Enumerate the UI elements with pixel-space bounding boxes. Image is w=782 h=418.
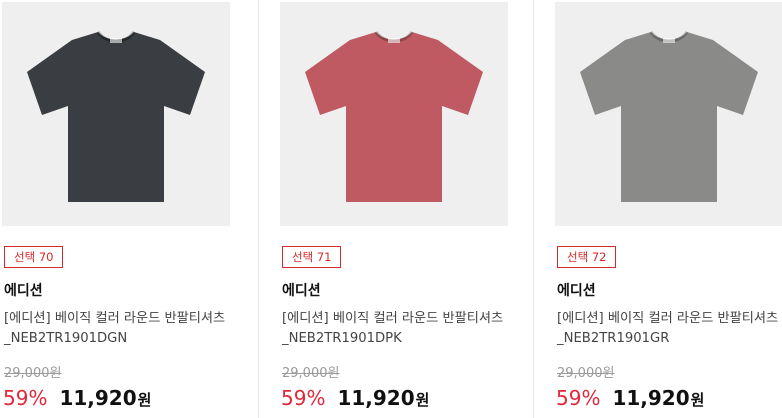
currency-unit: 원 (690, 391, 705, 409)
column-divider (533, 0, 534, 418)
product-card[interactable]: 선택 71 에디션 [에디션] 베이직 컬러 라운드 반팔티셔츠_NEB2TR1… (278, 0, 510, 418)
sale-price: 11,920 (337, 386, 415, 410)
sale-price: 11,920 (59, 386, 137, 410)
price-row: 59% 11,920 원 (556, 386, 704, 410)
product-image[interactable] (555, 2, 782, 226)
product-name[interactable]: [에디션] 베이직 컬러 라운드 반팔티셔츠_NEB2TR1901DGN (4, 309, 230, 349)
product-image[interactable] (2, 2, 230, 226)
product-name[interactable]: [에디션] 베이직 컬러 라운드 반팔티셔츠_NEB2TR1901DPK (282, 309, 508, 349)
discount-rate: 59% (281, 386, 326, 410)
product-name[interactable]: [에디션] 베이직 컬러 라운드 반팔티셔츠_NEB2TR1901GR (557, 309, 782, 349)
product-card[interactable]: 선택 72 에디션 [에디션] 베이직 컬러 라운드 반팔티셔츠_NEB2TR1… (553, 0, 782, 418)
column-divider (258, 0, 259, 418)
price-row: 59% 11,920 원 (281, 386, 429, 410)
price-row: 59% 11,920 원 (3, 386, 151, 410)
currency-unit: 원 (415, 391, 430, 409)
discount-rate: 59% (3, 386, 48, 410)
currency-unit: 원 (137, 391, 152, 409)
product-card[interactable]: 선택 70 에디션 [에디션] 베이직 컬러 라운드 반팔티셔츠_NEB2TR1… (0, 0, 232, 418)
sale-price: 11,920 (612, 386, 690, 410)
select-badge[interactable]: 선택 72 (557, 246, 617, 268)
tshirt-icon (305, 31, 483, 202)
select-badge[interactable]: 선택 71 (282, 246, 342, 268)
original-price: 29,000원 (4, 366, 62, 381)
brand-name: 에디션 (557, 283, 596, 299)
original-price: 29,000원 (282, 366, 340, 381)
tshirt-icon (580, 31, 758, 202)
product-image[interactable] (280, 2, 508, 226)
discount-rate: 59% (556, 386, 601, 410)
brand-name: 에디션 (4, 283, 43, 299)
brand-name: 에디션 (282, 283, 321, 299)
original-price: 29,000원 (557, 366, 615, 381)
tshirt-icon (27, 31, 205, 202)
select-badge[interactable]: 선택 70 (4, 246, 64, 268)
